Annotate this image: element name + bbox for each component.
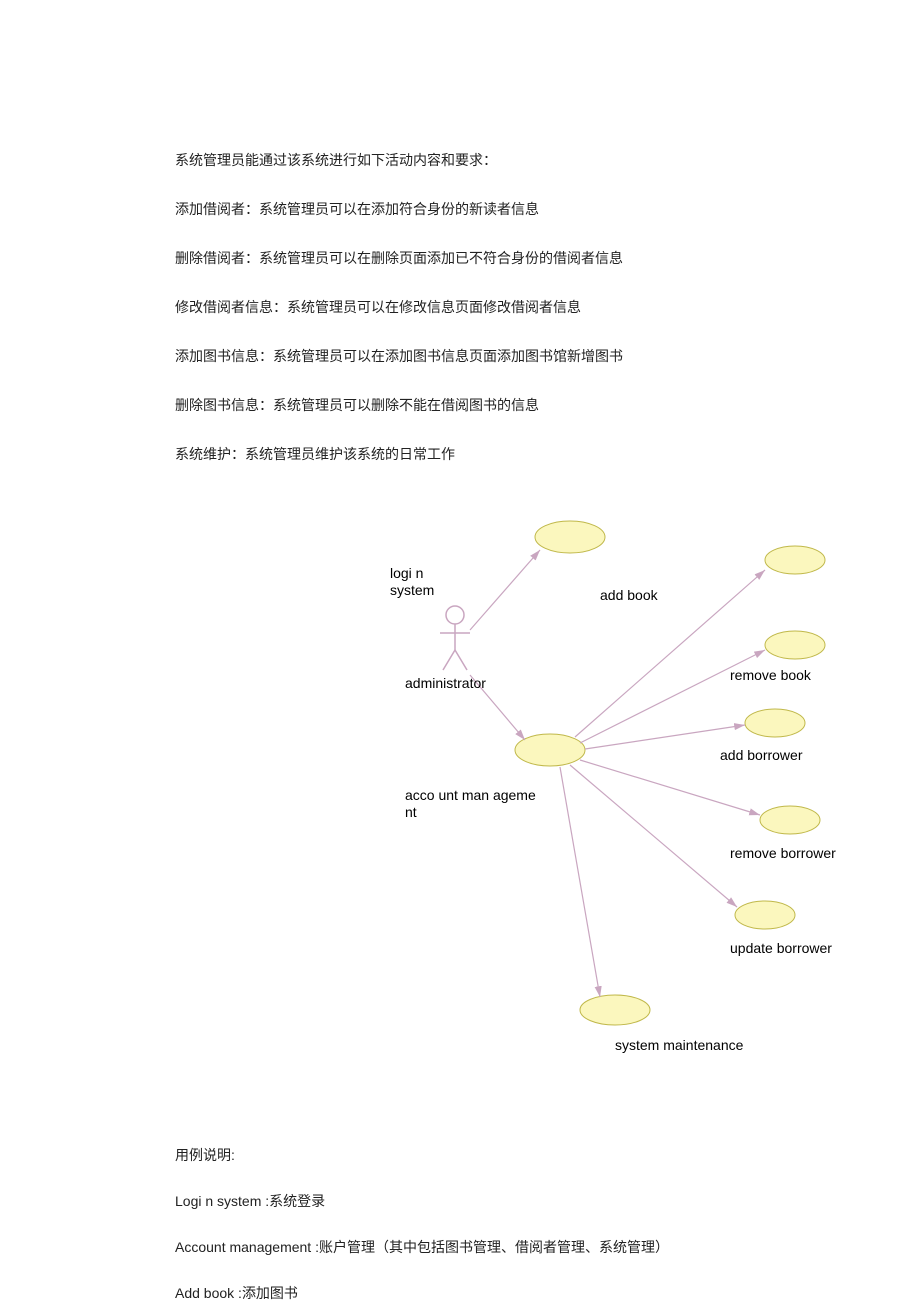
item-add-book: 添加图书信息：系统管理员可以在添加图书信息页面添加图书馆新增图书: [175, 346, 745, 367]
label-remove-borrower: remove borrower: [730, 845, 836, 861]
usecase-remove-borrower: [760, 806, 820, 834]
explain-addbook: Add book :添加图书: [175, 1283, 745, 1303]
usecase-system-maintenance: [580, 995, 650, 1025]
actor-icon: [440, 606, 470, 670]
usecase-login-system: [535, 521, 605, 553]
item-del-borrower: 删除借阅者：系统管理员可以在删除页面添加已不符合身份的借阅者信息: [175, 248, 745, 269]
label-login-system: logi nsystem: [390, 565, 450, 599]
edge-account-removebook: [580, 650, 765, 743]
explain-heading: 用例说明:: [175, 1145, 745, 1165]
label-system-maintenance: system maintenance: [615, 1037, 743, 1053]
label-administrator: administrator: [405, 675, 486, 691]
intro-text: 系统管理员能通过该系统进行如下活动内容和要求：: [175, 150, 745, 171]
usecase-misc-top-right: [765, 546, 825, 574]
edge-account-updateborrower: [570, 765, 737, 907]
usecase-remove-book: [765, 631, 825, 659]
use-case-diagram: logi nsystem add book administrator remo…: [175, 515, 745, 1105]
label-add-borrower: add borrower: [720, 747, 803, 763]
edge-actor-login: [470, 550, 540, 630]
item-del-book: 删除图书信息：系统管理员可以删除不能在借阅图书的信息: [175, 395, 745, 416]
label-update-borrower: update borrower: [730, 940, 832, 956]
explain-login: Logi n system :系统登录: [175, 1191, 745, 1211]
item-mod-borrower: 修改借阅者信息：系统管理员可以在修改信息页面修改借阅者信息: [175, 297, 745, 318]
edge-account-sysmaint: [560, 767, 600, 997]
usecase-account-management: [515, 734, 585, 766]
item-sys-maint: 系统维护：系统管理员维护该系统的日常工作: [175, 444, 745, 465]
item-add-borrower: 添加借阅者：系统管理员可以在添加符合身份的新读者信息: [175, 199, 745, 220]
usecase-add-borrower: [745, 709, 805, 737]
explain-account: Account management :账户管理（其中包括图书管理、借阅者管理、…: [175, 1237, 745, 1257]
usecase-update-borrower: [735, 901, 795, 929]
label-account-management: acco unt man agement: [405, 787, 560, 821]
label-add-book: add book: [600, 587, 658, 603]
edge-account-removeborrower: [580, 760, 760, 815]
label-remove-book: remove book: [730, 667, 811, 683]
